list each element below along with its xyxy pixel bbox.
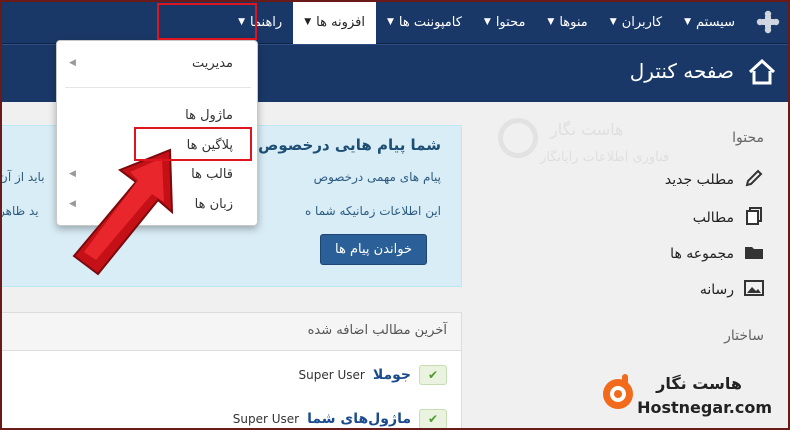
dropdown-item-label: مدیریت [192, 55, 233, 71]
sidebar-heading-content: محتوا [732, 130, 764, 146]
article-link[interactable]: جوملا [373, 367, 411, 383]
messages-text: این اطلاعات زمانیکه شما ه [304, 204, 441, 218]
sidebar-item-categories[interactable]: مجموعه ها [670, 242, 764, 266]
article-author: Super User [298, 368, 365, 382]
logo-name: هاست نگار [656, 374, 742, 393]
menu-label: سیستم [696, 14, 735, 30]
menu-system[interactable]: سیستم ▼ [673, 0, 746, 44]
sidebar-item-label: مطالب [692, 210, 734, 226]
sidebar-item-label: مجموعه ها [670, 246, 734, 262]
sidebar-item-label: رسانه [699, 282, 734, 298]
page-title: صفحه کنترل [629, 59, 734, 83]
hostnegar-icon [598, 372, 638, 412]
caret-down-icon: ▼ [483, 17, 491, 27]
menu-content[interactable]: محتوا ▼ [473, 0, 537, 44]
caret-down-icon: ▼ [609, 17, 617, 27]
messages-text: پیام های مهمی درخصوص [313, 170, 441, 184]
check-icon[interactable]: ✔ [419, 409, 447, 429]
sidebar-item-articles[interactable]: مطالب [693, 206, 764, 230]
image-icon [744, 278, 764, 302]
latest-articles-header: آخرین مطالب اضافه شده [1, 313, 461, 351]
menu-menus[interactable]: منوها ▼ [536, 0, 598, 44]
caret-down-icon: ▼ [304, 17, 312, 27]
divider [65, 87, 251, 88]
messages-text-tail: ید ظاهر [0, 204, 39, 218]
highlight-extensions-menu [157, 3, 257, 40]
menu-label: کامپوننت ها [398, 14, 462, 30]
menu-label: محتوا [495, 14, 526, 30]
dropdown-item-label: ماژول ها [185, 107, 233, 123]
copy-icon [744, 206, 764, 230]
hostnegar-logo: هاست نگار Hostnegar.com [596, 368, 788, 428]
red-arrow-pointer [70, 148, 180, 278]
caret-down-icon: ▼ [386, 17, 394, 27]
chevron-left-icon: ◀ [69, 58, 76, 68]
check-icon[interactable]: ✔ [419, 365, 447, 385]
sidebar-item-label: مطلب جدید [664, 172, 734, 188]
main-menu: سیستم ▼ کاربران ▼ منوها ▼ محتوا ▼ کامپوننت ه… [227, 0, 746, 44]
dropdown-item-modules[interactable]: ماژول ها [57, 101, 257, 129]
latest-articles-title: آخرین مطالب اضافه شده [307, 323, 447, 338]
sidebar-item-media[interactable]: رسانه [700, 278, 764, 302]
messages-title: شما پیام هایی درخصوص [258, 136, 441, 154]
messages-text-tail: باید از آن [0, 170, 45, 184]
joomla-logo-icon[interactable] [752, 6, 784, 38]
caret-down-icon: ▼ [547, 17, 555, 27]
menu-label: کاربران [621, 14, 663, 30]
dropdown-item-manage[interactable]: ◀ مدیریت [57, 49, 257, 77]
sidebar-heading-structure: ساختار [724, 328, 764, 344]
menu-users[interactable]: کاربران ▼ [599, 0, 673, 44]
home-icon [748, 58, 776, 85]
latest-articles-panel: آخرین مطالب اضافه شده ✔ جوملا Super User… [0, 312, 462, 430]
menu-label: افزونه ها [316, 14, 365, 30]
caret-down-icon: ▼ [684, 17, 691, 27]
top-navbar: سیستم ▼ کاربران ▼ منوها ▼ محتوا ▼ کامپوننت ه… [0, 0, 790, 44]
article-author: Super User [232, 412, 300, 426]
menu-components[interactable]: کامپوننت ها ▼ [376, 0, 473, 44]
pencil-icon [744, 168, 764, 192]
menu-label: منوها [559, 14, 588, 30]
logo-domain: Hostnegar.com [637, 398, 772, 417]
folder-icon [744, 242, 764, 266]
highlight-plugins-item [134, 127, 252, 161]
sidebar-item-new-article[interactable]: مطلب جدید [665, 168, 764, 192]
table-row: ✔ ماژول‌های شما Super User [233, 409, 447, 429]
table-row: ✔ جوملا Super User [298, 365, 447, 385]
menu-extensions[interactable]: افزونه ها ▼ [293, 0, 376, 44]
read-messages-button[interactable]: خواندن پیام ها [320, 234, 427, 265]
article-link[interactable]: ماژول‌های شما [307, 411, 411, 427]
